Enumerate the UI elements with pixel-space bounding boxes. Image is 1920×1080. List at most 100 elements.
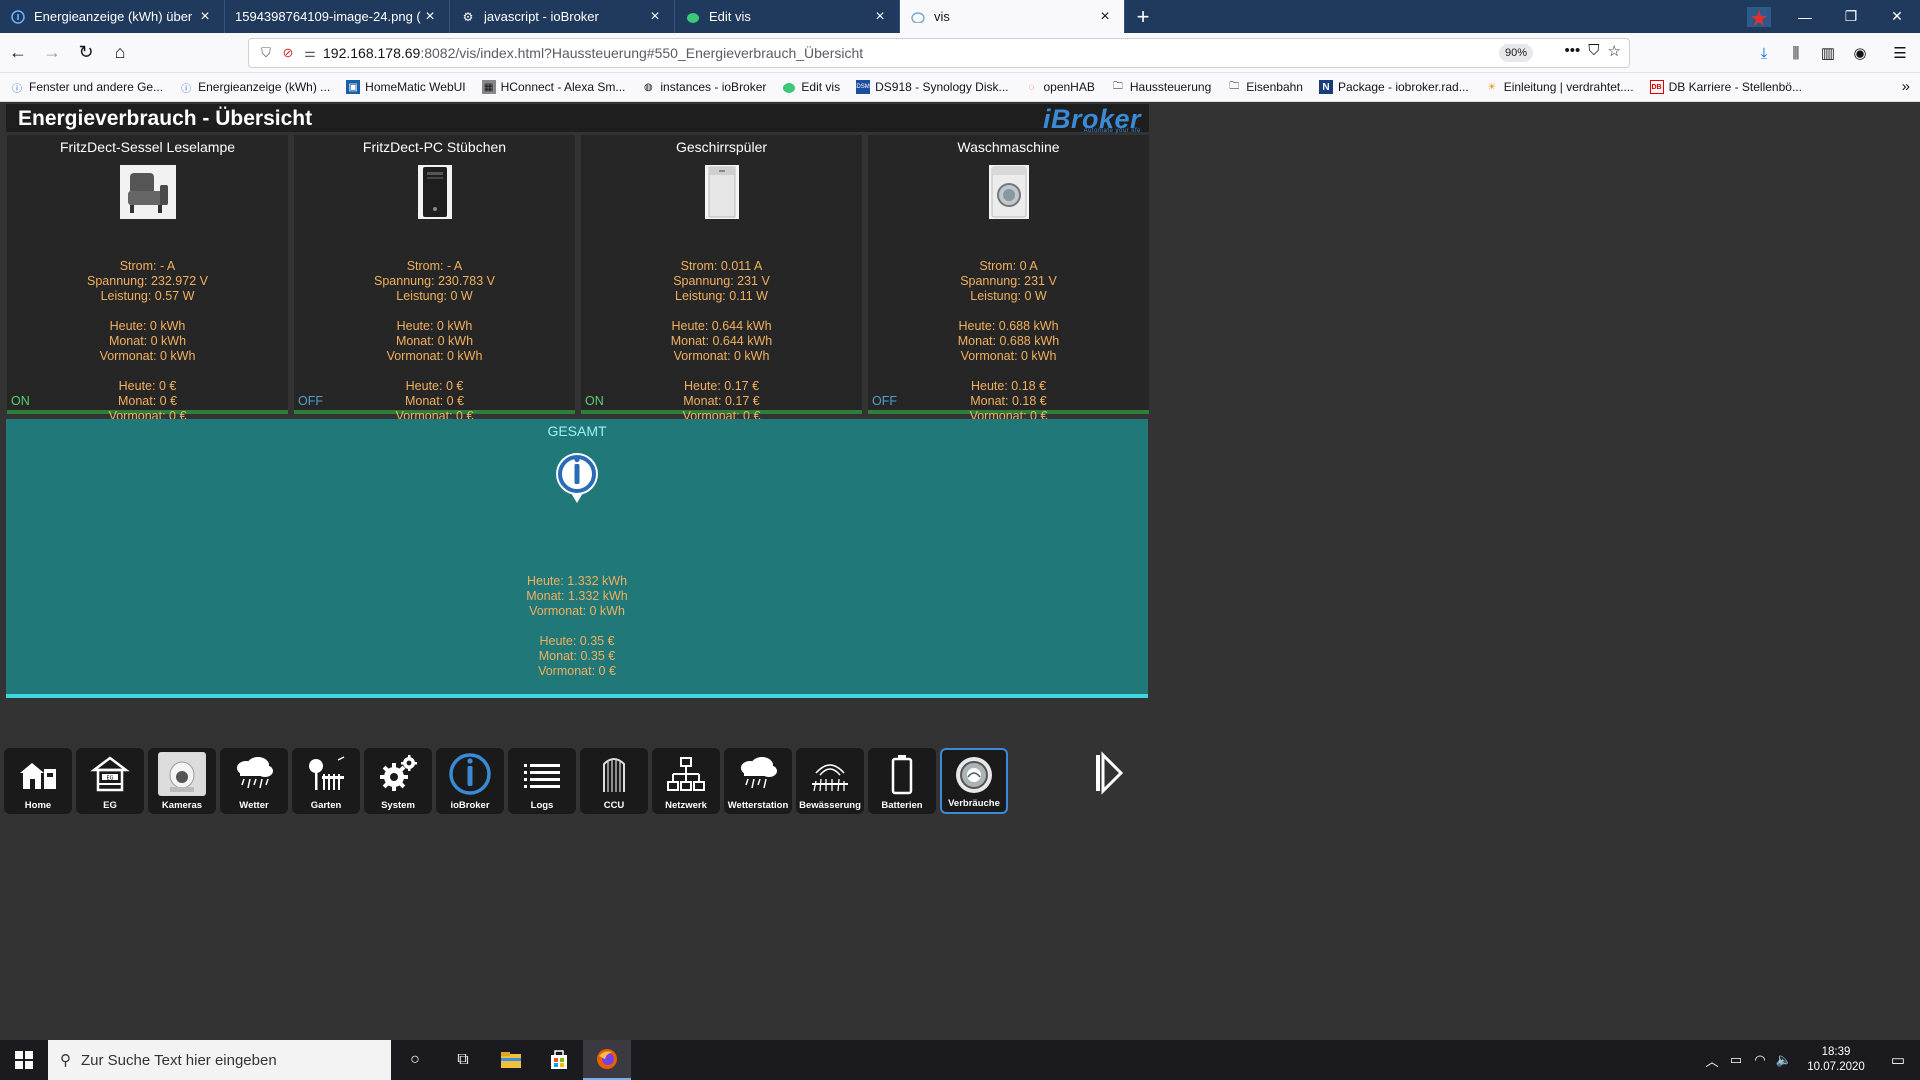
nav-button-eg[interactable]: EG EG bbox=[76, 748, 144, 814]
bookmark-folder[interactable]: 🗀 Eisenbahn bbox=[1227, 80, 1303, 94]
bookmark-item[interactable]: ▣ HomeMatic WebUI bbox=[346, 80, 466, 94]
account-icon[interactable]: ◉ bbox=[1844, 37, 1876, 69]
switch-state[interactable]: OFF bbox=[872, 394, 897, 408]
sidebar-icon[interactable]: ▥ bbox=[1812, 37, 1844, 69]
taskbar-search-input[interactable]: ⚲ Zur Suche Text hier eingeben bbox=[48, 1040, 391, 1080]
page-title: Energieverbrauch - Übersicht bbox=[18, 107, 313, 130]
file-explorer-icon[interactable] bbox=[487, 1040, 535, 1080]
bookmark-star-icon[interactable]: ☆ bbox=[1608, 42, 1621, 60]
battery-icon[interactable]: ▭ bbox=[1724, 1052, 1748, 1068]
iobroker-icon: ⓘ bbox=[12, 83, 22, 95]
nav-button-wetter[interactable]: Wetter bbox=[220, 748, 288, 814]
bookmarks-bar: ⓘ Fenster und andere Ge... ⓘ Energieanzeig… bbox=[0, 73, 1920, 102]
library-icon[interactable]: ⫼ bbox=[1780, 37, 1812, 69]
nav-button-iobroker[interactable]: ioBroker bbox=[436, 748, 504, 814]
extension-icon[interactable] bbox=[1736, 0, 1782, 33]
nav-button-bewaesserung[interactable]: Bewässerung bbox=[796, 748, 864, 814]
forward-icon[interactable]: → bbox=[36, 37, 68, 69]
nav-label: Wetter bbox=[239, 800, 269, 811]
permissions-icon[interactable]: ⚌ bbox=[301, 45, 319, 61]
taskbar-clock[interactable]: 18:39 10.07.2020 bbox=[1796, 1045, 1876, 1075]
view-navigation: Home EG EG Kameras Wetter Garten System … bbox=[4, 748, 1008, 814]
volume-icon[interactable]: 🔈 bbox=[1772, 1052, 1796, 1068]
page-actions-icon[interactable]: ••• bbox=[1565, 42, 1581, 60]
bookmark-folder[interactable]: 🗀 Haussteuerung bbox=[1111, 80, 1211, 94]
nav-button-logs[interactable]: Logs bbox=[508, 748, 576, 814]
zoom-level[interactable]: 90% bbox=[1498, 44, 1533, 62]
cortana-icon[interactable]: ○ bbox=[391, 1040, 439, 1080]
bookmark-item[interactable]: ◍ instances - ioBroker bbox=[641, 80, 766, 94]
store-icon[interactable] bbox=[535, 1040, 583, 1080]
wifi-icon[interactable]: ◠ bbox=[1748, 1052, 1772, 1068]
nav-button-ccu[interactable]: CCU bbox=[580, 748, 648, 814]
device-panel-waschmaschine: Waschmaschine Strom: 0 A Spannung: 231 V… bbox=[868, 135, 1149, 423]
nav-button-verbraeuche[interactable]: Verbräuche bbox=[940, 748, 1008, 814]
bookmark-item[interactable]: ▦ HConnect - Alexa Sm... bbox=[481, 80, 625, 94]
reload-icon[interactable]: ↻ bbox=[70, 37, 102, 69]
browser-tab[interactable]: Energieanzeige (kWh) über HTML × bbox=[0, 0, 225, 33]
back-icon[interactable]: ← bbox=[2, 37, 34, 69]
next-view-arrow-icon[interactable] bbox=[1090, 750, 1126, 796]
browser-tab[interactable]: 1594398764109-image-24.png (PNG × bbox=[225, 0, 450, 33]
iobroker-icon bbox=[10, 9, 26, 25]
spannung-value: Spannung: 232.972 V bbox=[87, 274, 208, 288]
browser-tab-active[interactable]: vis × bbox=[900, 0, 1125, 33]
browser-tab[interactable]: Edit vis × bbox=[675, 0, 900, 33]
menu-icon[interactable]: ☰ bbox=[1884, 37, 1916, 69]
url-bar[interactable]: ⛉ ⊘ ⚌ 192.168.178.69:8082/vis/index.html… bbox=[248, 38, 1630, 68]
switch-state[interactable]: ON bbox=[11, 394, 30, 408]
task-view-icon[interactable]: ⧉ bbox=[439, 1040, 487, 1080]
tab-label: javascript - ioBroker bbox=[484, 9, 599, 24]
windows-start-icon[interactable] bbox=[0, 1040, 48, 1080]
nav-button-netzwerk[interactable]: Netzwerk bbox=[652, 748, 720, 814]
heute-eur-value: Heute: 0 € bbox=[118, 379, 177, 393]
nav-button-home[interactable]: Home bbox=[4, 748, 72, 814]
new-tab-button[interactable]: + bbox=[1125, 0, 1161, 33]
close-icon[interactable]: × bbox=[196, 8, 214, 26]
nav-label: Kameras bbox=[161, 800, 203, 811]
nav-button-garten[interactable]: Garten bbox=[292, 748, 360, 814]
gesamt-title: GESAMT bbox=[547, 423, 607, 439]
bookmark-item[interactable]: ☀ Einleitung | verdrahtet.... bbox=[1485, 80, 1633, 94]
nav-button-wetterstation[interactable]: Wetterstation bbox=[724, 748, 792, 814]
notification-icon[interactable]: ▭ bbox=[1876, 1051, 1920, 1069]
chevron-up-icon[interactable]: ︿ bbox=[1700, 1051, 1724, 1070]
bookmark-item[interactable]: DSM DS918 - Synology Disk... bbox=[856, 80, 1008, 94]
nav-button-batterien[interactable]: Batterien bbox=[868, 748, 936, 814]
switch-state[interactable]: OFF bbox=[298, 394, 323, 408]
close-window-button[interactable]: ✕ bbox=[1874, 0, 1920, 33]
nav-button-kameras[interactable]: Kameras bbox=[148, 748, 216, 814]
close-icon[interactable]: × bbox=[646, 8, 664, 26]
device-panel-geschirrspueler: Geschirrspüler Strom: 0.011 A Spannung: … bbox=[581, 135, 862, 423]
nav-button-system[interactable]: System bbox=[364, 748, 432, 814]
device-energy-values: Heute: 0.644 kWh Monat: 0.644 kWh Vormon… bbox=[581, 319, 862, 364]
bookmark-item[interactable]: ⓘ Energieanzeige (kWh) ... bbox=[179, 80, 331, 95]
bookmark-label: Energieanzeige (kWh) ... bbox=[198, 80, 331, 94]
close-icon[interactable]: × bbox=[1096, 8, 1114, 26]
insecure-lock-icon[interactable]: ⊘ bbox=[279, 45, 297, 61]
bookmark-item[interactable]: DB DB Karriere - Stellenbö... bbox=[1649, 80, 1802, 94]
firefox-icon[interactable] bbox=[583, 1040, 631, 1080]
switch-state[interactable]: ON bbox=[585, 394, 604, 408]
chevron-right-icon[interactable]: » bbox=[1902, 78, 1910, 95]
bookmark-item[interactable]: ◌ openHAB bbox=[1024, 80, 1095, 94]
bookmark-item[interactable]: ⓘ Fenster und andere Ge... bbox=[10, 80, 163, 95]
device-name: FritzDect-PC Stübchen bbox=[362, 139, 507, 155]
minimize-button[interactable]: — bbox=[1782, 0, 1828, 33]
network-icon bbox=[662, 752, 710, 796]
download-icon[interactable]: ⤓ bbox=[1748, 37, 1780, 69]
home-icon[interactable]: ⌂ bbox=[104, 37, 136, 69]
shield-icon[interactable]: ⛉ bbox=[257, 45, 275, 61]
close-icon[interactable]: × bbox=[421, 8, 439, 26]
gesamt-panel: GESAMT Heute: 1.332 kWh Monat: 1.332 kWh… bbox=[6, 419, 1148, 698]
bookmark-item[interactable]: Edit vis bbox=[782, 80, 840, 94]
restore-button[interactable]: ❐ bbox=[1828, 0, 1874, 33]
close-icon[interactable]: × bbox=[871, 8, 889, 26]
browser-nav-bar: ← → ↻ ⌂ ⛉ ⊘ ⚌ 192.168.178.69:8082/vis/in… bbox=[0, 33, 1920, 73]
bookmark-item[interactable]: N Package - iobroker.rad... bbox=[1318, 80, 1469, 94]
device-electrical-values: Strom: - A Spannung: 232.972 V Leistung:… bbox=[7, 259, 288, 304]
browser-tab[interactable]: ⚙ javascript - ioBroker × bbox=[450, 0, 675, 33]
leistung-value: Leistung: 0 W bbox=[970, 289, 1047, 303]
db-icon: DB bbox=[1649, 80, 1664, 94]
pocket-icon[interactable]: ⛉ bbox=[1588, 42, 1599, 60]
